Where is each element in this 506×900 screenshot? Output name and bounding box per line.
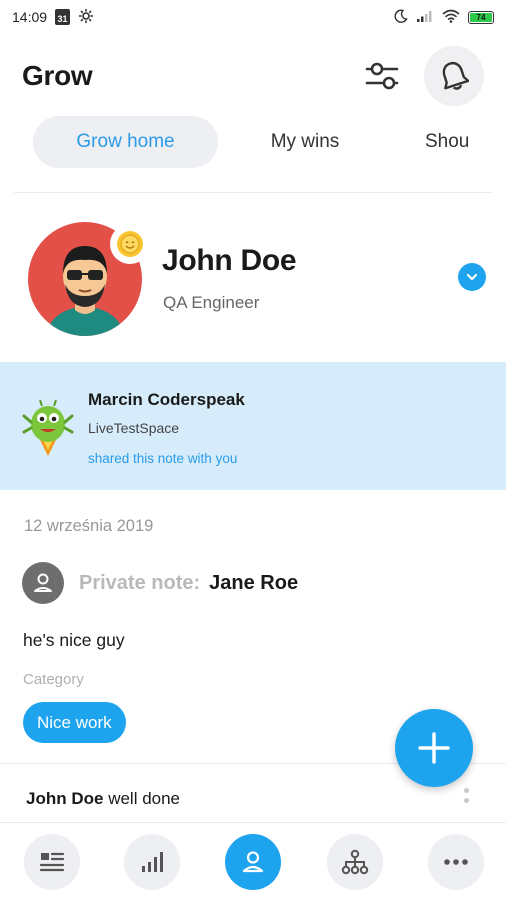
note-date: 12 września 2019 [24,517,154,535]
tab-bar: Grow home My wins Shou [0,116,506,168]
add-note-button[interactable] [395,709,473,787]
feed-icon [39,852,65,872]
tab-shou[interactable]: Shou [425,116,495,168]
profile-name: John Doe [162,244,297,277]
battery-icon: 74 [468,10,494,24]
profile-section: John Doe QA Engineer [0,218,506,338]
battery-level: 74 [470,12,492,22]
status-time: 14:09 [12,9,48,25]
comment-more-button[interactable] [460,788,472,812]
sender-space: LiveTestSpace [88,420,180,436]
notifications-button[interactable] [424,46,484,106]
comment: John Doe well done [26,789,180,809]
comment-text: well done [108,789,181,808]
note-recipient[interactable]: Jane Roe [209,572,298,595]
dot [463,798,469,803]
moon-icon [394,9,408,26]
wifi-icon [442,9,460,26]
note-body: he's nice guy [23,630,125,650]
more-icon [444,859,468,865]
profile-expand-button[interactable] [458,263,486,291]
sender-name: Marcin Coderspeak [88,390,245,409]
dot [463,788,469,793]
shared-note-text: shared this note with you [88,451,238,466]
divider [14,192,492,193]
profile-icon [242,851,264,873]
nav-more[interactable] [428,834,484,890]
robot-avatar-icon [22,396,74,456]
signal-icon [416,9,434,26]
settings-gear-icon [78,8,94,27]
profile-role: QA Engineer [163,293,260,312]
tab-grow-home[interactable]: Grow home [33,116,218,168]
private-note-icon [22,562,64,604]
app-header: Grow [0,46,506,106]
category-chip[interactable]: Nice work [23,702,126,743]
note-header: Private note: Jane Roe [22,562,298,604]
chevron-down-icon [466,273,478,281]
tab-my-wins[interactable]: My wins [250,116,360,168]
nav-organization[interactable] [327,834,383,890]
filter-icon [365,62,399,90]
nav-stats[interactable] [124,834,180,890]
comment-author: John Doe [26,789,104,808]
shared-note-card[interactable]: Marcin Coderspeak LiveTestSpace shared t… [0,362,506,490]
filter-button[interactable] [362,56,402,96]
plus-icon [418,732,450,764]
level-badge-icon [110,224,150,264]
bottom-nav [0,822,506,900]
calendar-icon: 31 [55,9,71,25]
status-bar: 14:09 31 74 [0,0,506,34]
nav-feed[interactable] [24,834,80,890]
category-label: Category [23,671,84,688]
note-type-label: Private note: [79,571,201,594]
bell-icon [442,61,469,90]
page-title: Grow [22,60,93,91]
stats-icon [142,852,163,872]
avatar[interactable] [28,222,150,336]
org-chart-icon [341,849,369,875]
nav-profile[interactable] [225,834,281,890]
